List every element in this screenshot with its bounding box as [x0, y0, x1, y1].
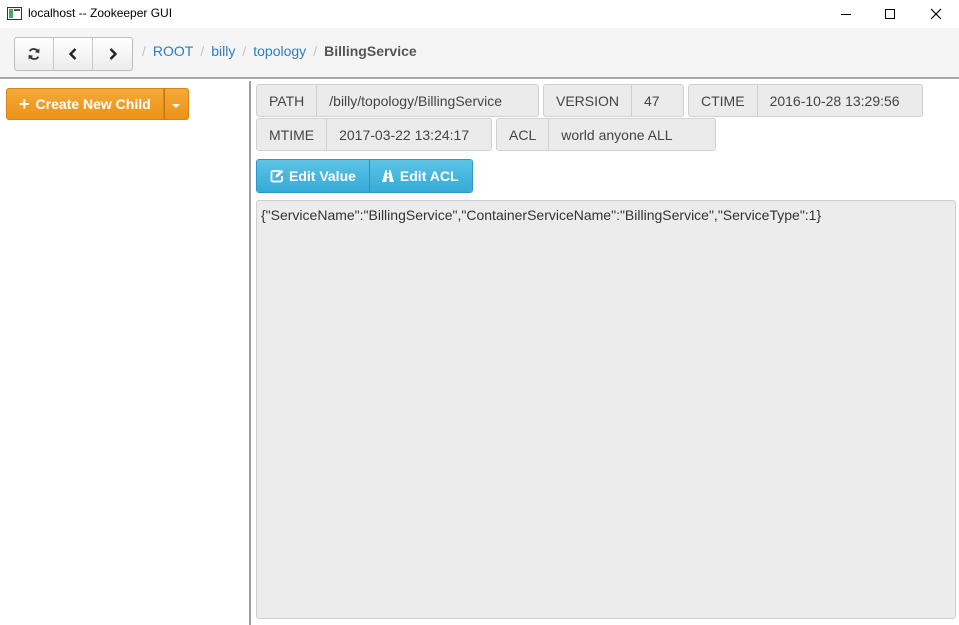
mtime-info: MTIME 2017-03-22 13:24:17: [256, 118, 492, 151]
navigation-button-group: [14, 37, 133, 71]
path-info: PATH /billy/topology/BillingService: [256, 84, 539, 117]
create-child-group: + Create New Child: [6, 88, 189, 120]
forward-icon: [109, 48, 117, 60]
mtime-label: MTIME: [257, 119, 328, 150]
ctime-info: CTIME 2016-10-28 13:29:56: [688, 84, 923, 117]
path-value: /billy/topology/BillingService: [329, 92, 503, 109]
acl-value: world anyone ALL: [561, 126, 673, 143]
acl-info: ACL world anyone ALL: [496, 118, 716, 151]
node-value-textarea[interactable]: {"ServiceName":"BillingService","Contain…: [256, 200, 956, 619]
back-button[interactable]: [54, 38, 93, 70]
create-new-child-button[interactable]: + Create New Child: [6, 88, 164, 120]
version-label: VERSION: [544, 85, 633, 116]
mtime-value: 2017-03-22 13:24:17: [339, 126, 470, 143]
close-button[interactable]: [913, 0, 959, 28]
refresh-button[interactable]: [15, 38, 54, 70]
maximize-button[interactable]: [867, 0, 913, 28]
window-title: localhost -- Zookeeper GUI: [28, 6, 173, 20]
ctime-label: CTIME: [689, 85, 758, 116]
breadcrumb-separator: /: [242, 43, 247, 59]
breadcrumb-separator: /: [142, 43, 146, 59]
breadcrumb-topology[interactable]: topology: [253, 43, 306, 59]
edit-value-label: Edit Value: [289, 168, 356, 184]
panel-splitter[interactable]: [249, 81, 251, 625]
path-label: PATH: [257, 85, 318, 116]
minimize-icon: [841, 13, 851, 15]
create-new-child-label: Create New Child: [35, 96, 151, 112]
back-icon: [68, 48, 77, 60]
minimize-button[interactable]: [823, 0, 869, 28]
plus-icon: +: [19, 94, 30, 114]
app-window-icon: [7, 7, 22, 20]
refresh-icon: [28, 48, 40, 60]
road-icon: [381, 170, 394, 182]
breadcrumb-current: BillingService: [324, 43, 417, 59]
edit-value-button[interactable]: Edit Value: [257, 160, 369, 192]
maximize-icon: [885, 9, 895, 19]
create-dropdown-toggle[interactable]: [163, 88, 189, 120]
acl-label: ACL: [497, 119, 550, 150]
version-info: VERSION 47: [543, 84, 684, 117]
breadcrumb-separator: /: [200, 43, 205, 59]
edit-acl-button[interactable]: Edit ACL: [368, 160, 472, 192]
breadcrumb-separator: /: [313, 43, 318, 59]
breadcrumb-billy[interactable]: billy: [211, 43, 235, 59]
edit-button-group: Edit Value Edit ACL: [256, 159, 473, 193]
breadcrumb: / ROOT / billy / topology / BillingServi…: [142, 43, 417, 59]
caret-down-icon: [172, 104, 181, 108]
version-value: 47: [644, 92, 660, 109]
toolbar: / ROOT / billy / topology / BillingServi…: [0, 28, 959, 79]
ctime-value: 2016-10-28 13:29:56: [769, 92, 900, 109]
title-bar: localhost -- Zookeeper GUI: [0, 0, 959, 28]
breadcrumb-root[interactable]: ROOT: [153, 43, 193, 59]
forward-button[interactable]: [93, 38, 132, 70]
edit-icon: [270, 169, 284, 183]
edit-acl-label: Edit ACL: [399, 168, 459, 184]
close-icon: [930, 8, 942, 20]
node-tree-panel: + Create New Child: [0, 81, 249, 625]
